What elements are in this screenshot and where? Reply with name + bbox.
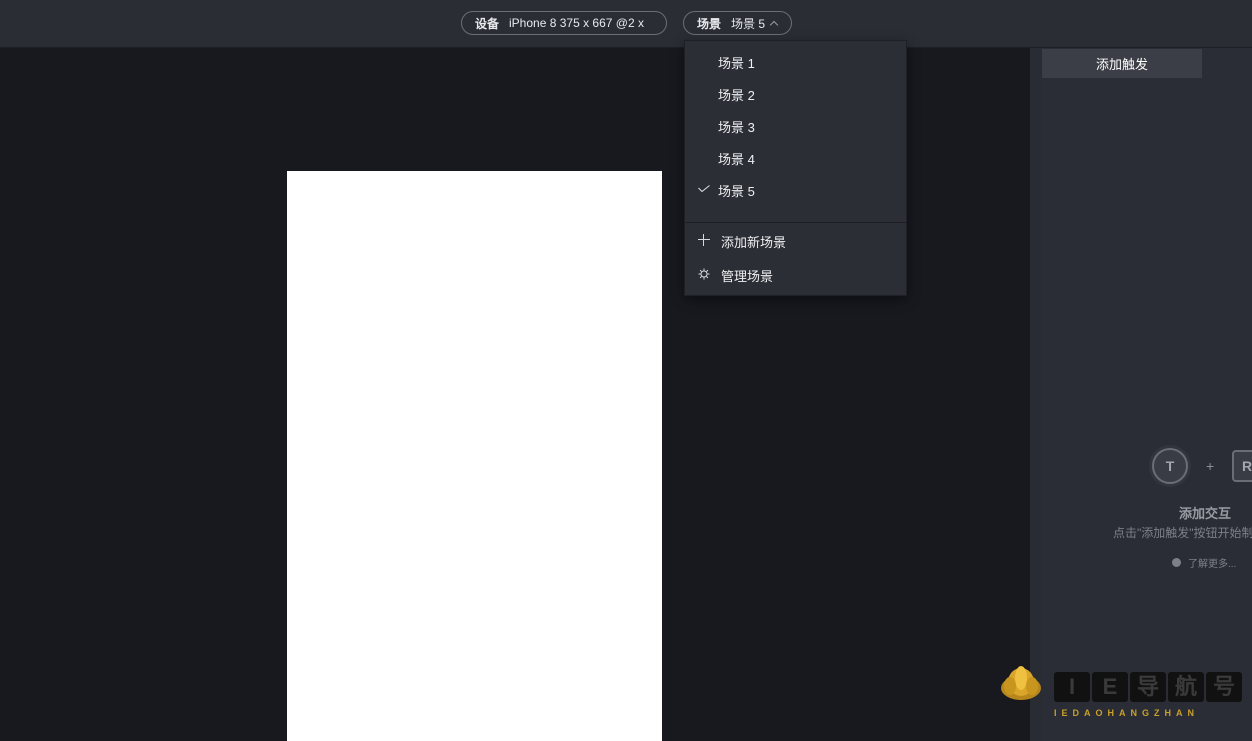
watermark-char: E (1092, 672, 1128, 702)
watermark-char: 导 (1130, 672, 1166, 702)
lotus-logo-icon (1001, 666, 1041, 700)
device-selector[interactable]: 设备 iPhone 8 375 x 667 @2 x (461, 11, 667, 35)
add-scene-label: 添加新场景 (721, 234, 787, 250)
gear-icon (698, 268, 710, 280)
help-icon (1172, 558, 1181, 567)
learn-more-link[interactable]: 了解更多... (1172, 555, 1236, 570)
manage-scenes-label: 管理场景 (721, 268, 774, 284)
scene-selector[interactable]: 场景 场景 5 (683, 11, 792, 35)
scene-menu-item-label: 场景 2 (718, 87, 755, 103)
trigger-icon: T (1152, 448, 1188, 484)
watermark-subtitle: IEDAOHANGZHAN (1054, 708, 1199, 718)
empty-state-title: 添加交互 (1179, 506, 1232, 521)
checkmark-icon (698, 185, 710, 192)
panel-splitter[interactable] (1030, 48, 1042, 741)
watermark-characters: I E 导 航 号 (1054, 672, 1244, 702)
chevron-up-icon (769, 20, 779, 29)
watermark-char: 号 (1206, 672, 1242, 702)
add-scene-menu-item[interactable]: 添加新场景 (685, 225, 906, 257)
scene-menu-item-selected[interactable]: 场景 5 (685, 174, 906, 206)
device-value: iPhone 8 375 x 667 @2 x (509, 16, 644, 30)
empty-state-illustration: T + R (1152, 448, 1252, 488)
scene-value: 场景 5 (731, 16, 766, 31)
scene-menu-item-label: 场景 5 (718, 183, 755, 199)
scene-menu-item[interactable]: 场景 1 (685, 46, 906, 78)
phone-artboard[interactable] (287, 171, 662, 741)
watermark-char: 航 (1168, 672, 1204, 702)
scene-dropdown-menu: 场景 1 场景 2 场景 3 场景 4 场景 5 添加新场景 管理场景 (684, 40, 907, 296)
watermark-logo: I E 导 航 号 IEDAOHANGZHAN (1000, 664, 1242, 724)
response-icon: R (1232, 450, 1252, 482)
scene-menu-item[interactable]: 场景 4 (685, 142, 906, 174)
menu-divider (685, 222, 906, 223)
scene-label: 场景 (697, 16, 722, 31)
scene-menu-item-label: 场景 4 (718, 151, 755, 167)
manage-scenes-menu-item[interactable]: 管理场景 (685, 259, 906, 291)
scene-menu-item[interactable]: 场景 3 (685, 110, 906, 142)
plus-icon (698, 234, 710, 246)
scene-menu-item[interactable]: 场景 2 (685, 78, 906, 110)
learn-more-text: 了解更多... (1188, 559, 1237, 570)
scene-menu-item-label: 场景 1 (718, 55, 755, 71)
plus-icon: + (1206, 458, 1215, 474)
watermark-char: I (1054, 672, 1090, 702)
interaction-panel: 添加触发 T + R 添加交互 点击"添加触发"按钮开始制作 了解更多... (1042, 48, 1252, 741)
scene-menu-item-label: 场景 3 (718, 119, 755, 135)
empty-state-description: 点击"添加触发"按钮开始制作 (1113, 526, 1252, 540)
top-toolbar: 设备 iPhone 8 375 x 667 @2 x 场景 场景 5 (0, 0, 1252, 48)
device-label: 设备 (475, 16, 500, 31)
add-trigger-button[interactable]: 添加触发 (1042, 49, 1202, 78)
